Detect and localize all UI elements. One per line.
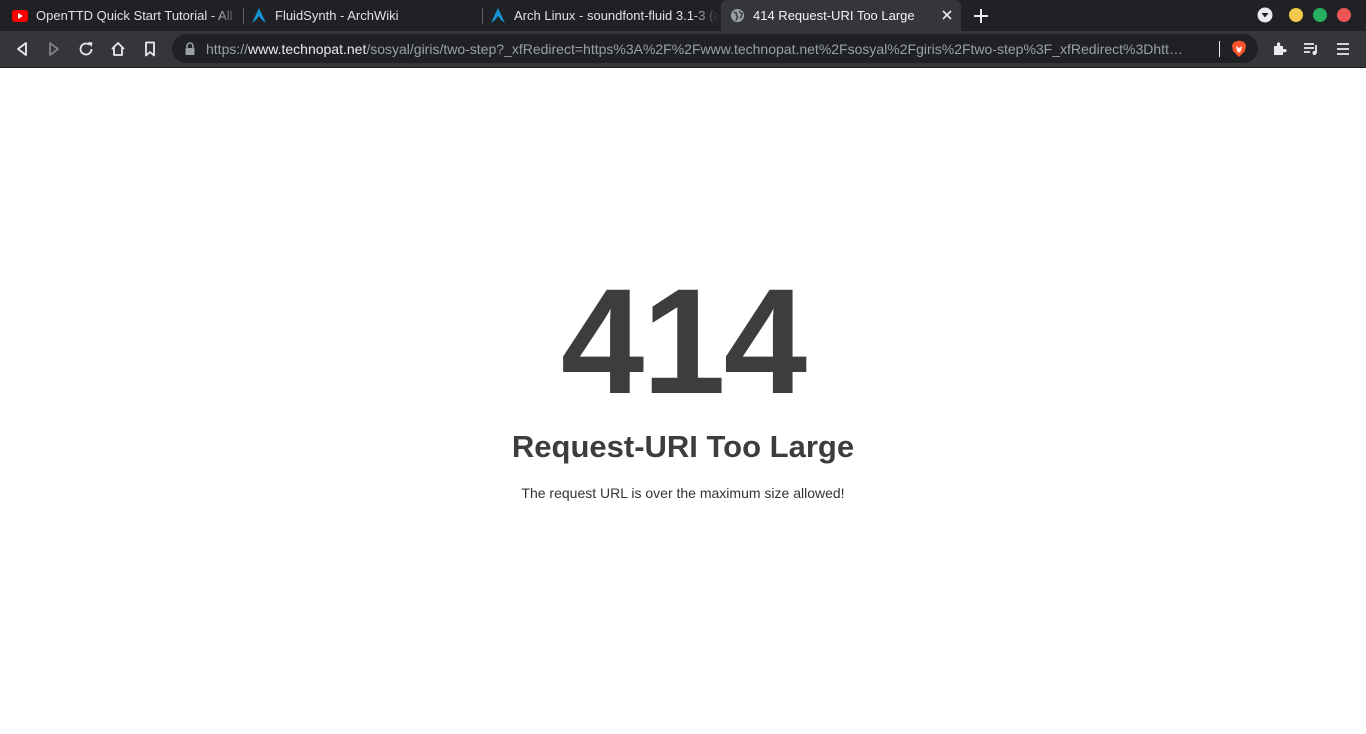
url-path: /sosyal/giris/two-step?_xfRedirect=https… — [366, 41, 1183, 57]
new-tab-button[interactable] — [971, 6, 991, 26]
menu-icon[interactable] — [1332, 38, 1354, 60]
tab-title: Arch Linux - soundfont-fluid 3.1-3 (a — [514, 8, 719, 23]
tab-search-dropdown-icon[interactable] — [1254, 4, 1276, 26]
brave-shields-icon[interactable] — [1230, 40, 1248, 58]
url-scheme: https:// — [206, 41, 249, 57]
forward-button[interactable] — [43, 38, 65, 60]
back-button[interactable] — [11, 38, 33, 60]
home-button[interactable] — [107, 38, 129, 60]
page-content: 414 Request-URI Too Large The request UR… — [0, 68, 1366, 734]
tab-divider — [482, 8, 483, 24]
window-maximize-button[interactable] — [1313, 8, 1327, 22]
tab-opentdd-tutorial[interactable]: OpenTTD Quick Start Tutorial - All — [0, 0, 240, 31]
extensions-icon[interactable] — [1268, 38, 1290, 60]
error-heading: Request-URI Too Large — [511, 429, 855, 464]
tab-divider — [243, 8, 244, 24]
tab-414-error[interactable]: 414 Request-URI Too Large — [721, 0, 961, 31]
error-message: The request URL is over the maximum size… — [521, 485, 845, 501]
window-close-button[interactable] — [1337, 8, 1351, 22]
close-tab-icon[interactable] — [939, 7, 955, 23]
bookmark-icon[interactable] — [139, 38, 161, 60]
tab-title: OpenTTD Quick Start Tutorial - All — [36, 8, 233, 23]
tab-title: FluidSynth - ArchWiki — [275, 8, 399, 23]
address-bar-divider — [1219, 41, 1220, 57]
error-code: 414 — [560, 257, 807, 425]
lock-icon[interactable] — [184, 42, 196, 55]
reload-button[interactable] — [75, 38, 97, 60]
address-bar[interactable]: https://www.technopat.net/sosyal/giris/t… — [172, 34, 1258, 63]
arch-linux-icon — [490, 8, 506, 24]
tab-title: 414 Request-URI Too Large — [753, 8, 915, 23]
globe-icon — [729, 8, 745, 24]
tab-fluidsynth-archwiki[interactable]: FluidSynth - ArchWiki — [248, 0, 480, 31]
tab-strip: OpenTTD Quick Start Tutorial - All Fluid… — [0, 0, 1366, 31]
tab-soundfont-fluid[interactable]: Arch Linux - soundfont-fluid 3.1-3 (a — [487, 0, 719, 31]
url-host: www.technopat.net — [248, 41, 367, 57]
arch-linux-icon — [251, 8, 267, 24]
url-text[interactable]: https://www.technopat.net/sosyal/giris/t… — [206, 40, 1210, 58]
youtube-icon — [12, 8, 28, 24]
browser-toolbar: https://www.technopat.net/sosyal/giris/t… — [0, 31, 1366, 67]
window-minimize-button[interactable] — [1289, 8, 1303, 22]
playlist-icon[interactable] — [1300, 38, 1322, 60]
